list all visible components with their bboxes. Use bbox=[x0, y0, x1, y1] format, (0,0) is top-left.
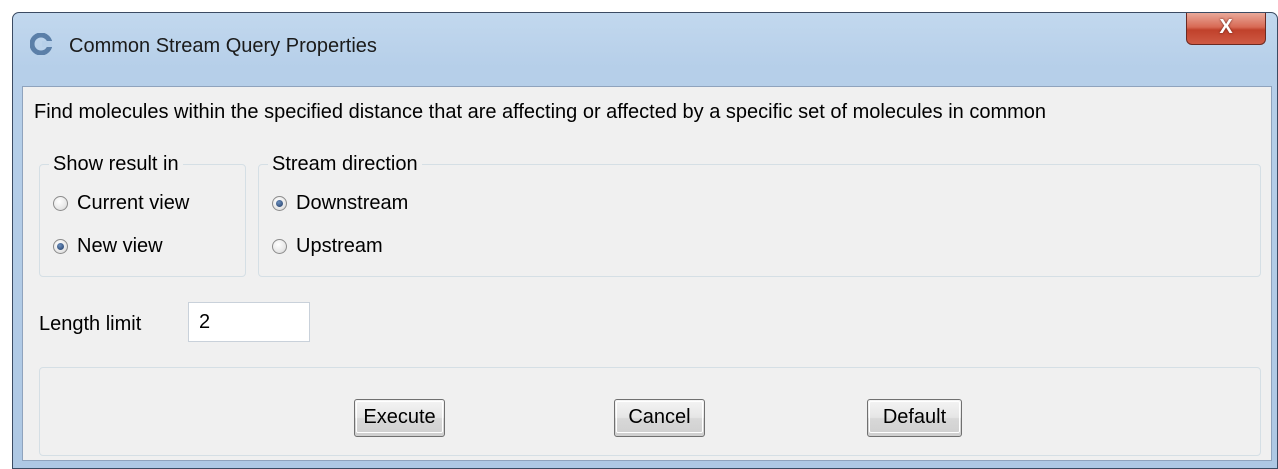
show-result-legend: Show result in bbox=[49, 152, 183, 176]
radio-upstream[interactable]: Upstream bbox=[272, 235, 383, 258]
window-title: Common Stream Query Properties bbox=[69, 35, 377, 57]
radio-new-view[interactable]: New view bbox=[53, 235, 163, 258]
cancel-button-label: Cancel bbox=[616, 401, 703, 433]
radio-label: Upstream bbox=[296, 235, 383, 257]
close-button[interactable]: X bbox=[1186, 13, 1266, 45]
radio-button[interactable] bbox=[272, 239, 287, 254]
radio-label: Downstream bbox=[296, 192, 409, 214]
radio-button[interactable] bbox=[272, 196, 287, 211]
radio-label: Current view bbox=[77, 192, 190, 214]
button-panel: Execute Cancel Default bbox=[39, 367, 1261, 456]
default-button-label: Default bbox=[869, 401, 960, 433]
default-button[interactable]: Default bbox=[867, 399, 962, 437]
execute-button-label: Execute bbox=[356, 401, 443, 433]
length-limit-label: Length limit bbox=[39, 313, 142, 335]
radio-button[interactable] bbox=[53, 239, 68, 254]
description-text: Find molecules within the specified dist… bbox=[34, 101, 1047, 123]
stream-direction-group: Stream direction Downstream Upstream bbox=[258, 152, 1261, 277]
show-result-group: Show result in Current view New view bbox=[39, 152, 246, 277]
radio-current-view[interactable]: Current view bbox=[53, 192, 189, 215]
dialog-window: Common Stream Query Properties X Find mo… bbox=[12, 12, 1278, 469]
title-bar[interactable]: Common Stream Query Properties X bbox=[13, 13, 1277, 67]
app-c-icon bbox=[30, 33, 52, 55]
length-limit-input[interactable] bbox=[188, 302, 310, 342]
dialog-content: Find molecules within the specified dist… bbox=[22, 86, 1272, 461]
cancel-button[interactable]: Cancel bbox=[614, 399, 705, 437]
stream-direction-legend: Stream direction bbox=[268, 152, 422, 176]
execute-button[interactable]: Execute bbox=[354, 399, 445, 437]
radio-label: New view bbox=[77, 235, 163, 257]
radio-button[interactable] bbox=[53, 196, 68, 211]
close-icon: X bbox=[1219, 16, 1233, 38]
radio-downstream[interactable]: Downstream bbox=[272, 192, 408, 215]
